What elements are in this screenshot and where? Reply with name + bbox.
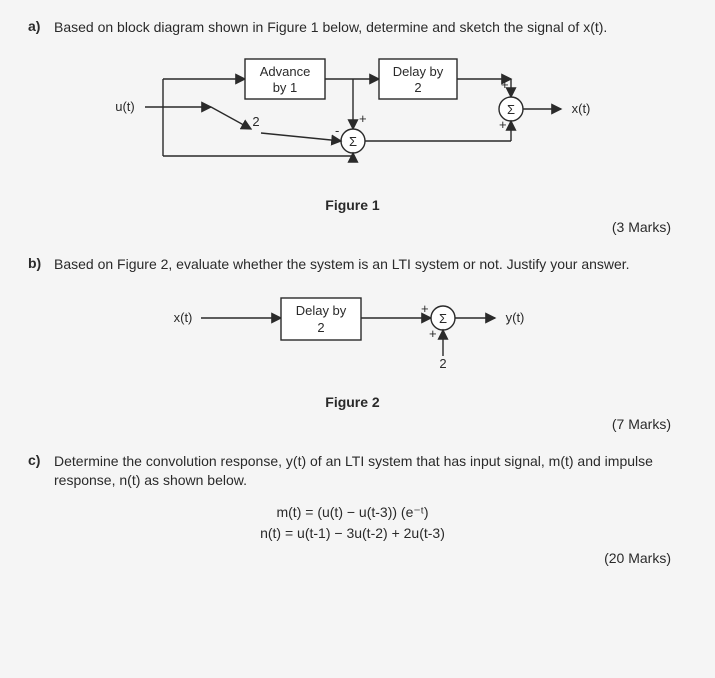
sum-sigma-fig2: Σ xyxy=(438,311,446,326)
question-c-label: c) xyxy=(28,452,46,468)
question-c-text: Determine the convolution response, y(t)… xyxy=(54,452,677,490)
equations-block: m(t) = (u(t) − u(t-3)) (e⁻ᵗ) n(t) = u(t-… xyxy=(28,502,677,544)
question-a-label: a) xyxy=(28,18,46,34)
sum1-sigma: Σ xyxy=(348,134,356,149)
sum2-plus-bottom: + xyxy=(499,117,507,132)
question-a-marks: (3 Marks) xyxy=(28,219,677,235)
block-advance-line2: by 1 xyxy=(272,80,297,95)
question-b-label: b) xyxy=(28,255,46,271)
figure-1-diagram: u(t) Advance by 1 Delay by 2 + 2 xyxy=(103,51,603,191)
const-2-fig2: 2 xyxy=(439,356,446,371)
block-delay-line2: 2 xyxy=(414,80,421,95)
figure-2-area: x(t) Delay by 2 + Σ 2 + y(t) Figure 2 xyxy=(28,288,677,410)
figure-2-caption: Figure 2 xyxy=(325,394,379,410)
equation-n: n(t) = u(t-1) − 3u(t-2) + 2u(t-3) xyxy=(28,523,677,544)
question-b-text: Based on Figure 2, evaluate whether the … xyxy=(54,255,677,274)
figure-1-area: u(t) Advance by 1 Delay by 2 + 2 xyxy=(28,51,677,213)
sum2-plus-top: + xyxy=(501,77,509,92)
output-label-fig2: y(t) xyxy=(505,310,524,325)
sum-plus-bottom-fig2: + xyxy=(429,326,437,341)
figure-1-caption: Figure 1 xyxy=(325,197,379,213)
sum1-plus: + xyxy=(359,111,367,126)
question-c-marks: (20 Marks) xyxy=(28,550,677,566)
input-label: u(t) xyxy=(115,99,135,114)
const-2: 2 xyxy=(252,114,259,129)
question-a: a) Based on block diagram shown in Figur… xyxy=(28,18,677,235)
question-b-marks: (7 Marks) xyxy=(28,416,677,432)
question-c: c) Determine the convolution response, y… xyxy=(28,452,677,566)
block-delay2-line1: Delay by xyxy=(295,303,346,318)
block-advance-line1: Advance xyxy=(259,64,310,79)
block-delay2-line2: 2 xyxy=(317,320,324,335)
sum1-minus: - xyxy=(335,123,339,138)
equation-m: m(t) = (u(t) − u(t-3)) (e⁻ᵗ) xyxy=(28,502,677,523)
output-label-fig1: x(t) xyxy=(571,101,590,116)
input-label-fig2: x(t) xyxy=(173,310,192,325)
sum-plus-top-fig2: + xyxy=(421,301,429,316)
sum2-sigma: Σ xyxy=(506,102,514,117)
figure-2-diagram: x(t) Delay by 2 + Σ 2 + y(t) xyxy=(143,288,563,388)
block-delay-line1: Delay by xyxy=(392,64,443,79)
question-a-text: Based on block diagram shown in Figure 1… xyxy=(54,18,677,37)
question-b: b) Based on Figure 2, evaluate whether t… xyxy=(28,255,677,432)
